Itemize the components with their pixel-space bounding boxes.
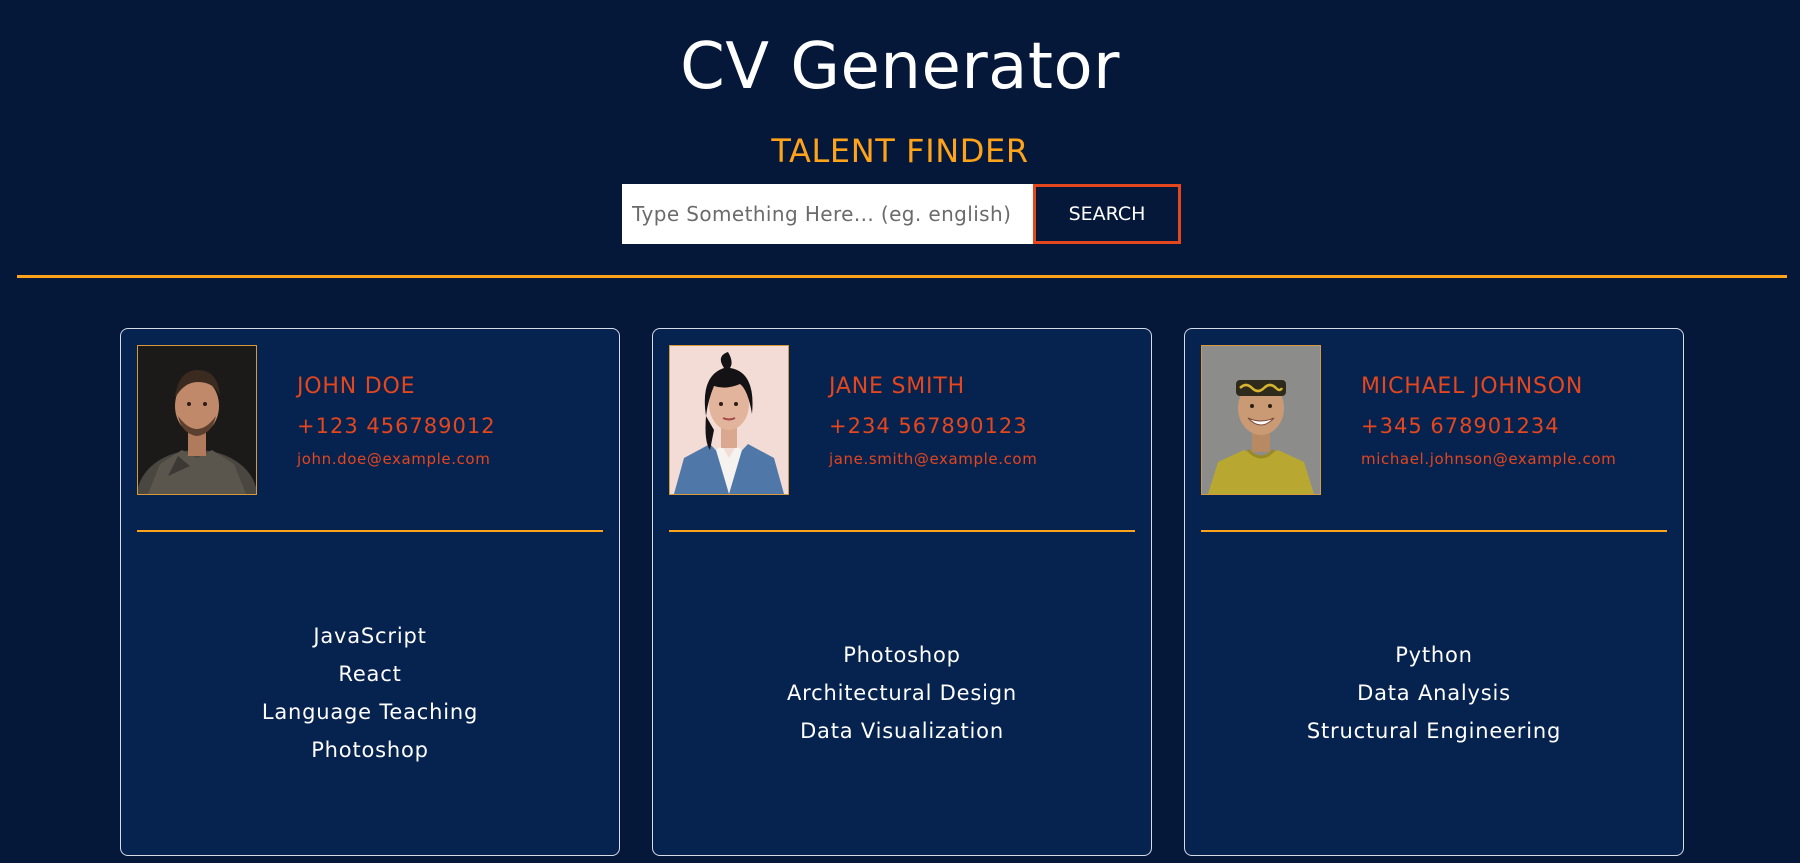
portrait-man-icon bbox=[1202, 346, 1320, 494]
skill-item: Structural Engineering bbox=[1306, 719, 1562, 743]
cv-card-michael-johnson[interactable]: MICHAEL JOHNSON +345 678901234 michael.j… bbox=[1184, 328, 1684, 856]
skill-item: JavaScript bbox=[313, 624, 427, 648]
profile-photo bbox=[137, 345, 257, 495]
search-button[interactable]: SEARCH bbox=[1033, 184, 1181, 244]
card-divider bbox=[669, 530, 1135, 532]
portrait-woman-icon bbox=[670, 346, 788, 494]
skill-item: Architectural Design bbox=[787, 681, 1017, 705]
skill-item: Data Analysis bbox=[1357, 681, 1511, 705]
section-title: TALENT FINDER bbox=[771, 132, 1029, 170]
cv-card-john-doe[interactable]: JOHN DOE +123 456789012 john.doe@example… bbox=[120, 328, 620, 856]
person-phone: +234 567890123 bbox=[829, 414, 1028, 438]
portrait-man-icon bbox=[138, 346, 256, 494]
skill-item: Python bbox=[1395, 643, 1473, 667]
cv-card-jane-smith[interactable]: JANE SMITH +234 567890123 jane.smith@exa… bbox=[652, 328, 1152, 856]
skill-item: React bbox=[338, 662, 402, 686]
profile-photo bbox=[1201, 345, 1321, 495]
skill-item: Data Visualization bbox=[800, 719, 1004, 743]
card-divider bbox=[137, 530, 603, 532]
person-phone: +345 678901234 bbox=[1361, 414, 1560, 438]
person-phone: +123 456789012 bbox=[297, 414, 496, 438]
skill-item: Photoshop bbox=[311, 738, 429, 762]
skills-list: JavaScript React Language Teaching Photo… bbox=[121, 534, 619, 852]
person-name: JOHN DOE bbox=[297, 374, 416, 399]
skills-list: Python Data Analysis Structural Engineer… bbox=[1185, 534, 1683, 852]
app-title: CV Generator bbox=[680, 30, 1120, 104]
skills-list: Photoshop Architectural Design Data Visu… bbox=[653, 534, 1151, 852]
header-divider bbox=[17, 275, 1787, 278]
person-name: MICHAEL JOHNSON bbox=[1361, 374, 1584, 399]
skill-item: Photoshop bbox=[843, 643, 961, 667]
card-divider bbox=[1201, 530, 1667, 532]
skill-item: Language Teaching bbox=[261, 700, 479, 724]
person-email: michael.johnson@example.com bbox=[1361, 450, 1617, 468]
person-email: jane.smith@example.com bbox=[829, 450, 1038, 468]
person-email: john.doe@example.com bbox=[297, 450, 491, 468]
profile-photo bbox=[669, 345, 789, 495]
search-input[interactable] bbox=[622, 184, 1033, 244]
person-name: JANE SMITH bbox=[829, 374, 965, 399]
